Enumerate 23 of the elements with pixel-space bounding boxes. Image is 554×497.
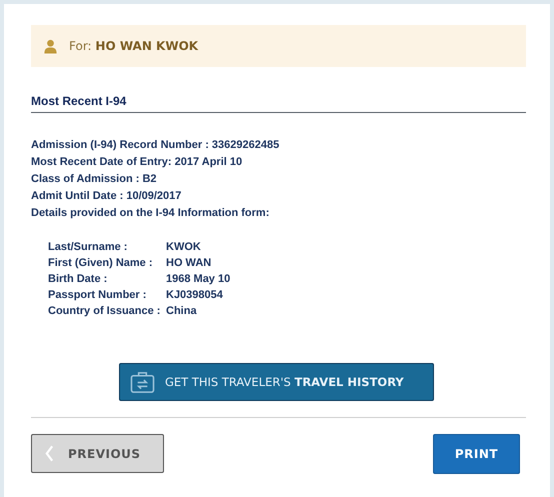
field-label: Passport Number : bbox=[48, 288, 148, 303]
field-label: Country of Issuance : bbox=[48, 304, 162, 319]
print-button[interactable]: PRINT bbox=[433, 434, 520, 474]
record-line: Admission (I-94) Record Number : 33629262485 bbox=[31, 138, 280, 153]
field-value: China bbox=[166, 304, 198, 319]
travel-history-button[interactable]: GET THIS TRAVELER'S TRAVEL HISTORY bbox=[119, 363, 434, 401]
person-icon bbox=[43, 38, 58, 54]
field-value: KJ0398054 bbox=[166, 288, 224, 303]
record-line: Admit Until Date : 10/09/2017 bbox=[31, 189, 182, 204]
section-title: Most Recent I-94 bbox=[31, 94, 128, 110]
field-label: First (Given) Name : bbox=[48, 256, 154, 271]
field-value: 1968 May 10 bbox=[166, 272, 232, 287]
chevron-left-icon bbox=[45, 445, 54, 462]
record-line: Details provided on the I-94 Information form: bbox=[31, 206, 270, 221]
record-line: Most Recent Date of Entry: 2017 April 10 bbox=[31, 155, 244, 170]
field-value: HO WAN bbox=[166, 256, 212, 271]
field-label: Birth Date : bbox=[48, 272, 108, 287]
traveler-name: For: HO WAN KWOK bbox=[69, 39, 198, 53]
previous-button[interactable]: PREVIOUS bbox=[31, 434, 164, 473]
suitcase-icon bbox=[130, 370, 155, 394]
field-value: KWOK bbox=[166, 240, 202, 255]
record-line: Class of Admission : B2 bbox=[31, 172, 158, 187]
field-label: Last/Surname : bbox=[48, 240, 128, 255]
